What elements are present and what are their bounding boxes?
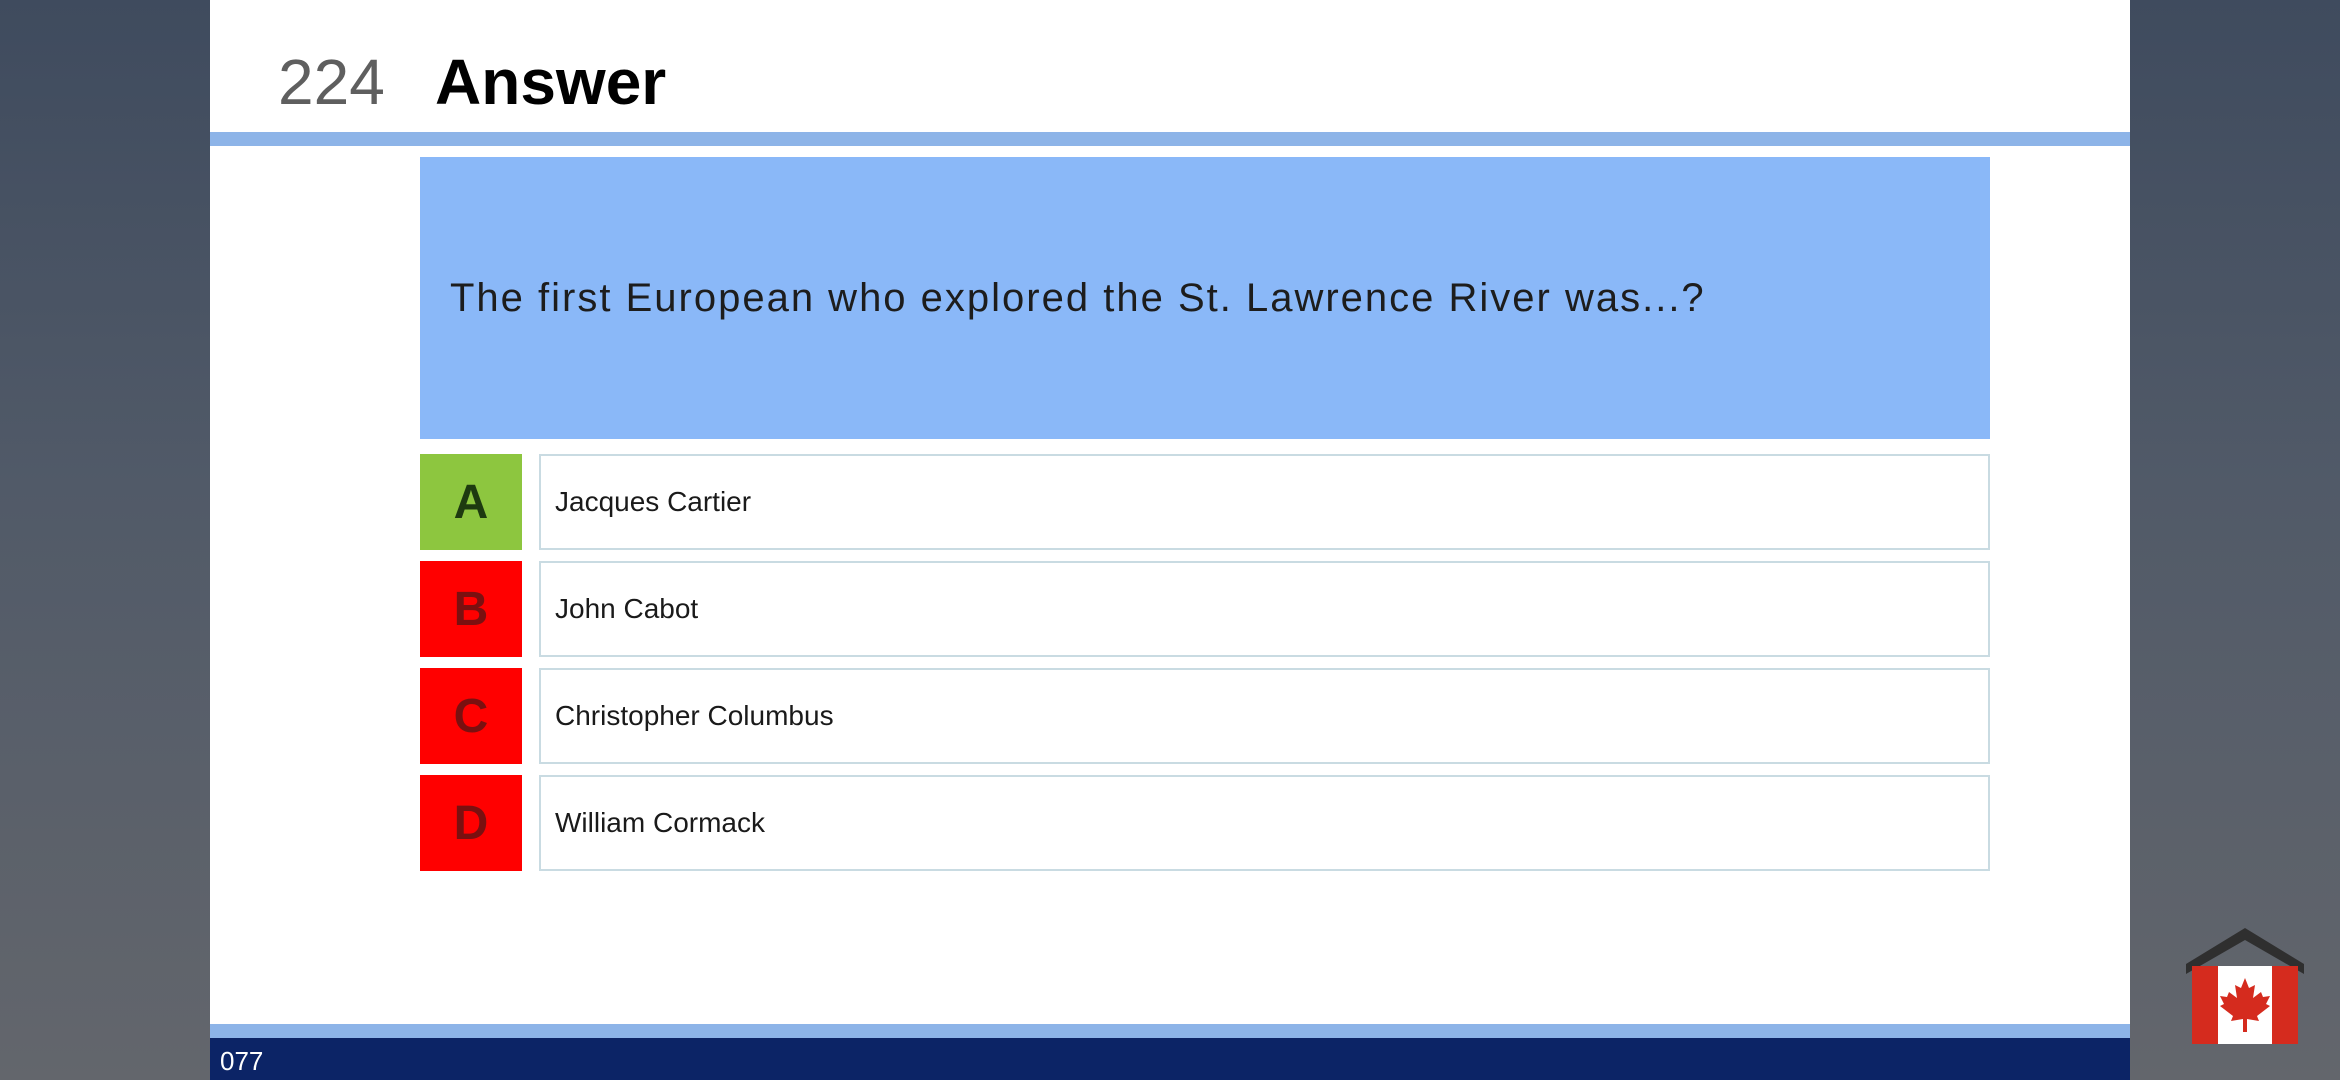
option-answer-text: Jacques Cartier [539, 454, 1990, 550]
option-d[interactable]: D William Cormack [420, 775, 1990, 871]
option-c[interactable]: C Christopher Columbus [420, 668, 1990, 764]
question-box: The first European who explored the St. … [420, 157, 1990, 439]
canada-flag-house-icon [2182, 924, 2308, 1046]
option-b[interactable]: B John Cabot [420, 561, 1990, 657]
question-text: The first European who explored the St. … [450, 275, 1706, 320]
option-letter-badge: A [420, 454, 522, 550]
slide-number: 224 [278, 46, 385, 118]
option-letter-badge: D [420, 775, 522, 871]
quiz-slide: 224 Answer The first European who explor… [210, 0, 2130, 1080]
option-letter-badge: C [420, 668, 522, 764]
option-letter-badge: B [420, 561, 522, 657]
footer-divider [210, 1024, 2130, 1038]
option-a[interactable]: A Jacques Cartier [420, 454, 1990, 550]
title-divider [210, 132, 2130, 146]
option-answer-text: William Cormack [539, 775, 1990, 871]
slide-title: Answer [435, 46, 667, 118]
option-answer-text: John Cabot [539, 561, 1990, 657]
footer-bar: 077 [210, 1038, 2130, 1080]
option-answer-text: Christopher Columbus [539, 668, 1990, 764]
footer-code: 077 [220, 1046, 264, 1076]
